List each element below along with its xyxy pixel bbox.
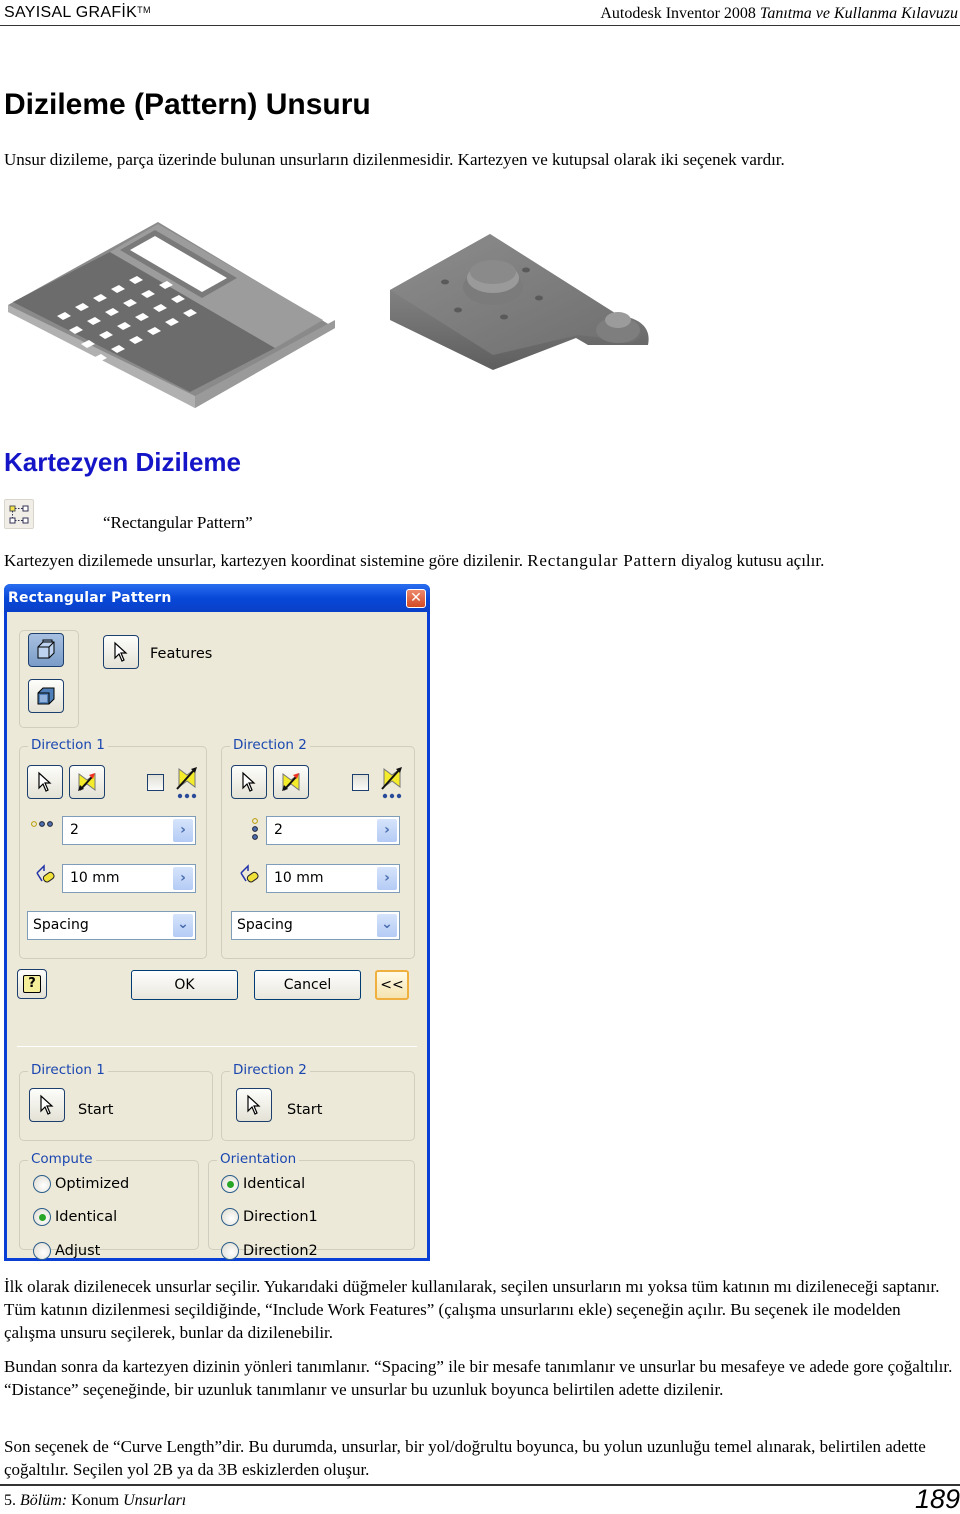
direction2-spacing-value: 10 mm	[274, 870, 324, 886]
paragraph-1: İlk olarak dizilenecek unsurlar seçilir.…	[4, 1277, 940, 1342]
orientation-direction2-radio[interactable]: Direction2	[221, 1242, 318, 1260]
dialog-titlebar[interactable]: Rectangular Pattern ✕	[4, 584, 430, 612]
spacing-icon	[36, 864, 55, 883]
flip-direction-icon	[78, 773, 96, 791]
compute-optimized-radio[interactable]: Optimized	[33, 1175, 129, 1193]
count-icon	[252, 818, 258, 840]
direction1-midplane-checkbox[interactable]	[147, 774, 164, 791]
direction1-count-input[interactable]: 2 ›	[62, 816, 196, 845]
compute-label: Compute	[28, 1151, 96, 1167]
close-button[interactable]: ✕	[406, 589, 426, 608]
collapse-more-button[interactable]: <<	[375, 970, 409, 1000]
compute-group: Compute	[19, 1151, 199, 1250]
start1-label: Direction 1	[28, 1062, 108, 1078]
direction2-start-button[interactable]	[236, 1088, 272, 1122]
direction2-flip-button[interactable]	[273, 765, 309, 799]
dialog-body: Features Direction 1 2 › 10 mm › Spacing…	[7, 612, 427, 1260]
direction1-path-button[interactable]	[27, 765, 63, 799]
direction1-method-select[interactable]: Spacing ⌄	[27, 911, 196, 940]
features-select-button[interactable]	[103, 635, 139, 669]
cursor-arrow-icon	[114, 641, 128, 662]
direction2-method-value: Spacing	[237, 917, 293, 933]
calculator-pattern-model	[8, 222, 335, 408]
solid-box-icon	[37, 687, 55, 705]
chevron-right-icon[interactable]: ›	[377, 867, 397, 890]
direction2-path-button[interactable]	[231, 765, 267, 799]
cursor-arrow-icon	[40, 1094, 54, 1115]
help-icon: ?	[23, 975, 41, 993]
orientation-identical-radio[interactable]: Identical	[221, 1175, 305, 1193]
footer-divider	[0, 1484, 960, 1486]
midplane-icon	[381, 767, 402, 799]
chevron-down-icon[interactable]: ⌄	[173, 914, 193, 937]
direction2-method-select[interactable]: Spacing ⌄	[231, 911, 400, 940]
direction2-label: Direction 2	[230, 737, 310, 753]
midplane-icon	[176, 767, 197, 799]
compute-adjust-radio[interactable]: Adjust	[33, 1242, 100, 1260]
direction1-flip-button[interactable]	[69, 765, 105, 799]
direction2-count-value: 2	[274, 822, 283, 838]
chapter-label: 5. Bölüm: Konum Unsurları	[4, 1492, 187, 1509]
book-title: Autodesk Inventor 2008 Tanıtma ve Kullan…	[600, 5, 958, 22]
chevron-down-icon[interactable]: ⌄	[377, 914, 397, 937]
cursor-arrow-icon	[242, 771, 256, 792]
cursor-arrow-icon	[247, 1094, 261, 1115]
direction2-midplane-checkbox[interactable]	[352, 774, 369, 791]
spacing-icon	[240, 864, 259, 883]
direction2-count-input[interactable]: 2 ›	[266, 816, 400, 845]
start2-text: Start	[287, 1102, 323, 1118]
orientation-group: Orientation	[208, 1151, 415, 1250]
count-icon	[31, 821, 53, 827]
chevron-right-icon[interactable]: ›	[173, 819, 193, 842]
chevron-right-icon[interactable]: ›	[173, 867, 193, 890]
paragraph-3: Son seçenek de “Curve Length”dir. Bu dur…	[4, 1437, 926, 1479]
flip-direction-icon	[282, 773, 300, 791]
pattern-features-button[interactable]	[28, 633, 64, 667]
cancel-button[interactable]: Cancel	[254, 970, 361, 1000]
page-header: SAYISAL GRAFİKTM Autodesk Inventor 2008 …	[0, 0, 960, 26]
orientation-direction1-radio[interactable]: Direction1	[221, 1208, 318, 1226]
brand: SAYISAL GRAFİKTM	[4, 4, 151, 21]
dialog-title: Rectangular Pattern	[8, 590, 172, 606]
orientation-label: Orientation	[217, 1151, 300, 1167]
start2-label: Direction 2	[230, 1062, 310, 1078]
ok-button[interactable]: OK	[131, 970, 238, 1000]
direction1-label: Direction 1	[28, 737, 108, 753]
chevron-right-icon[interactable]: ›	[377, 819, 397, 842]
help-button[interactable]: ?	[17, 969, 47, 999]
page-title: Dizileme (Pattern) Unsuru	[4, 88, 371, 121]
features-box-icon	[37, 639, 55, 659]
paragraph-2: Bundan sonra da kartezyen dizinin yönler…	[4, 1357, 953, 1399]
section-separator	[17, 1046, 417, 1047]
section-description: Kartezyen dizilemede unsurlar, kartezyen…	[4, 551, 825, 570]
pattern-solid-button[interactable]	[28, 679, 64, 713]
direction1-spacing-input[interactable]: 10 mm ›	[62, 864, 196, 893]
start1-text: Start	[78, 1102, 114, 1118]
direction1-method-value: Spacing	[33, 917, 89, 933]
features-label: Features	[150, 646, 213, 662]
page-number: 189	[914, 1484, 960, 1514]
rectangular-pattern-icon	[4, 499, 34, 529]
direction1-count-value: 2	[70, 822, 79, 838]
section-heading: Kartezyen Dizileme	[4, 447, 241, 477]
plate-circular-pattern-model	[390, 234, 649, 370]
intro-paragraph: Unsur dizileme, parça üzerinde bulunan u…	[4, 150, 785, 169]
direction1-spacing-value: 10 mm	[70, 870, 120, 886]
direction1-start-button[interactable]	[29, 1088, 65, 1122]
direction2-spacing-input[interactable]: 10 mm ›	[266, 864, 400, 893]
cursor-arrow-icon	[38, 771, 52, 792]
compute-identical-radio[interactable]: Identical	[33, 1208, 117, 1226]
rectangular-pattern-dialog: Rectangular Pattern ✕ Features Direction…	[4, 584, 430, 1261]
icon-caption: “Rectangular Pattern”	[103, 513, 253, 532]
